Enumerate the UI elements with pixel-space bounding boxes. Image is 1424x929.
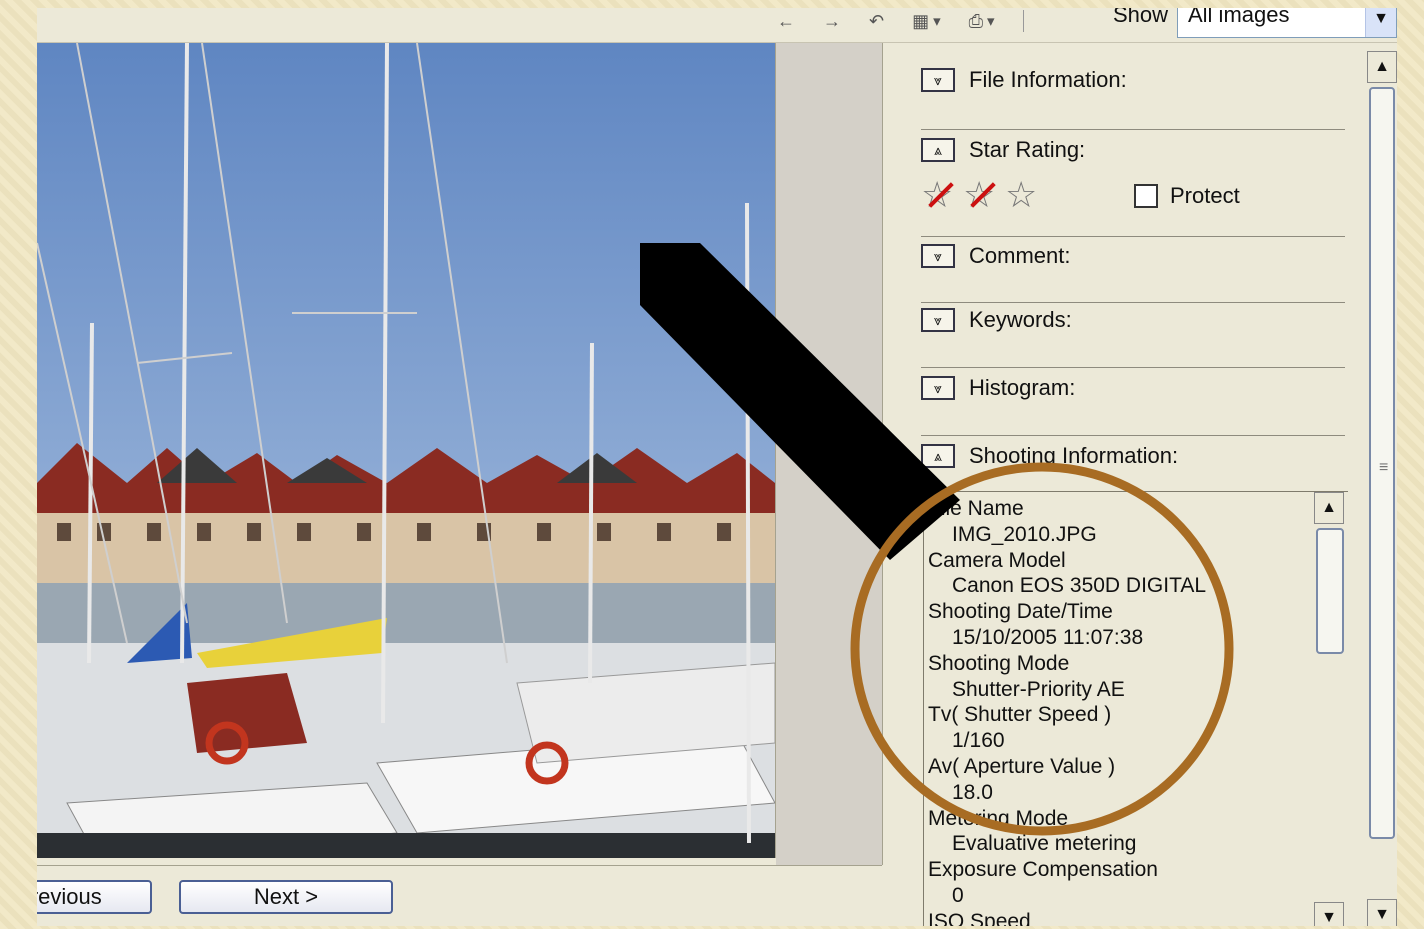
section-histogram: ⩔ Histogram: [921,373,1345,436]
photo-preview [37,43,776,858]
info-value: IMG_2010.JPG [952,522,1097,546]
info-label: Av( Aperture Value ) [928,754,1116,778]
scroll-up-icon[interactable]: ▲ [1367,51,1397,83]
toolbar-icons: ← → ↶ ▦ ▾ ⎙ ▾ [777,8,1024,36]
info-label: Metering Mode [928,806,1069,830]
toolbar: ← → ↶ ▦ ▾ ⎙ ▾ Show All images ▼ [37,8,1397,43]
expand-icon[interactable]: ⩔ [921,308,955,332]
info-label: Exposure Compensation [928,858,1158,882]
print-icon[interactable]: ⎙ ▾ [969,11,995,32]
section-title: Keywords: [969,307,1072,332]
info-value: 15/10/2005 11:07:38 [952,625,1144,649]
protect-label: Protect [1170,183,1240,208]
info-label: Camera Model [928,548,1066,572]
star-icon[interactable]: ☆ [963,175,1001,215]
star-rating: ☆ ☆ ☆ [921,175,1043,215]
previous-button[interactable]: < Previous [37,880,152,914]
scroll-thumb[interactable] [1316,528,1344,654]
info-label: Shooting Date/Time [928,600,1113,624]
section-star-rating: ⩓ Star Rating: ☆ ☆ ☆ Protect [921,135,1345,237]
section-shooting-information: ⩓ Shooting Information: [921,441,1345,471]
grip-icon: ≡ [1379,459,1389,476]
section-title: Histogram: [969,375,1076,400]
section-keywords: ⩔ Keywords: [921,305,1345,368]
preview-background [776,43,883,865]
back-arrow-icon[interactable]: ← [777,11,795,32]
toolbar-separator [1022,10,1024,32]
info-value: 18.0 [952,780,993,804]
harbour-photo [37,43,775,858]
divider [921,236,1345,237]
next-button[interactable]: Next > [179,880,393,914]
protect-checkbox[interactable]: Protect [1134,183,1240,209]
panel-scrollbar[interactable]: ▲ ≡ ▼ [1367,51,1397,926]
divider [921,435,1345,436]
section-title: Star Rating: [969,137,1086,162]
info-value: Shutter-Priority AE [952,677,1125,701]
checkbox-box[interactable] [1134,184,1158,208]
divider [921,367,1345,368]
shooting-info-entries: File Name IMG_2010.JPG Camera Model Canon E… [928,496,1206,926]
info-value: Evaluative metering [952,832,1137,856]
show-filter-value: All images [1188,8,1290,27]
info-scrollbar[interactable]: ▲ ▼ [1314,492,1346,926]
scroll-down-icon[interactable]: ▼ [1367,899,1397,926]
scroll-down-icon[interactable]: ▼ [1314,902,1344,926]
scroll-up-icon[interactable]: ▲ [1314,492,1344,524]
info-value: Canon EOS 350D DIGITAL [952,574,1207,598]
expand-icon[interactable]: ⩔ [921,376,955,400]
info-label: ISO Speed [928,909,1031,926]
rotate-icon[interactable]: ↶ [869,11,884,32]
info-value: 0 [952,883,964,907]
star-icon[interactable]: ☆ [921,175,959,215]
application-window: ← → ↶ ▦ ▾ ⎙ ▾ Show All images ▼ evious N… [37,8,1397,926]
image-preview-area [37,43,883,865]
star-icon[interactable]: ☆ [1005,175,1043,215]
section-comment: ⩔ Comment: [921,241,1345,303]
divider [921,302,1345,303]
forward-arrow-icon[interactable]: → [823,11,841,32]
section-file-information: ⩔ File Information: [921,65,1345,130]
info-label: File Name [928,497,1024,520]
section-title: Shooting Information: [969,443,1179,468]
info-panel: ⩔ File Information: ⩓ Star Rating: ☆ ☆ ☆… [883,43,1397,926]
collapse-icon[interactable]: ⩓ [921,138,955,162]
expand-icon[interactable]: ⩔ [921,244,955,268]
select-tool-icon[interactable]: ▦ ▾ [912,11,941,32]
section-title: Comment: [969,243,1071,268]
show-label: Show [1113,8,1169,27]
navigation-bar: < Previous Next > [37,865,882,926]
info-label: Shooting Mode [928,651,1070,675]
info-value: 1/160 [952,729,1005,753]
divider [921,129,1345,130]
expand-icon[interactable]: ⩔ [921,68,955,92]
collapse-icon[interactable]: ⩓ [921,444,955,468]
chevron-down-icon[interactable]: ▼ [1365,8,1396,37]
show-filter-select[interactable]: All images ▼ [1177,8,1397,38]
section-title: File Information: [969,67,1127,92]
info-label: Tv( Shutter Speed ) [928,703,1112,727]
scroll-thumb[interactable]: ≡ [1369,87,1395,839]
shooting-info-list[interactable]: File Name IMG_2010.JPG Camera Model Canon E… [923,491,1348,926]
